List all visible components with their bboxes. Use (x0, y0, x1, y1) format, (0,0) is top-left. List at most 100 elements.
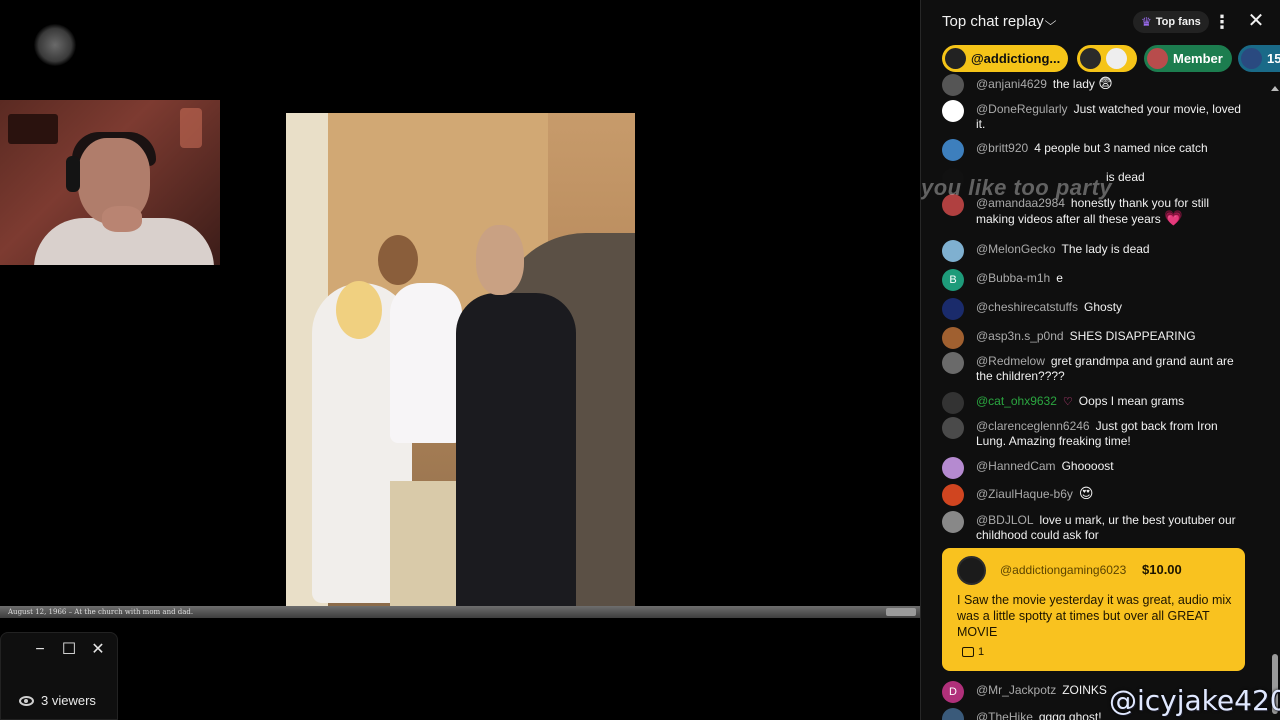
avatar[interactable] (942, 240, 964, 262)
avatar[interactable] (942, 100, 964, 122)
reply-icon (962, 647, 974, 657)
close-chat-icon[interactable]: ✕ (1245, 10, 1267, 32)
chat-message[interactable]: @cat_ohx9632 ♡ Oops I mean grams (942, 392, 1247, 414)
chat-message[interactable]: @britt920 4 people but 3 named nice catch (942, 139, 1247, 161)
author-name[interactable]: @HannedCam (976, 459, 1056, 473)
avatar[interactable]: D (942, 681, 964, 703)
avatar[interactable] (942, 417, 964, 439)
top-fans-button[interactable]: ♛ Top fans (1133, 11, 1209, 33)
top-fans-label: Top fans (1155, 16, 1201, 28)
author-name[interactable]: @cheshirecatstuffs (976, 300, 1078, 314)
avatar[interactable] (942, 392, 964, 414)
chip-label: Member (1173, 51, 1223, 66)
superchat-avatar[interactable] (957, 556, 986, 585)
author-name[interactable]: @Bubba-m1h (976, 271, 1050, 285)
webcam-overlay (0, 100, 220, 265)
minimize-icon[interactable]: − (29, 639, 51, 661)
message-text: Ghosty (1084, 300, 1123, 314)
avatar[interactable] (942, 139, 964, 161)
chevron-down-icon[interactable]: ⌵ (1045, 14, 1057, 29)
chat-message[interactable]: @BDJLOL love u mark, ur the best youtuber… (942, 511, 1247, 543)
author-name[interactable]: @Mr_Jackpotz (976, 683, 1056, 697)
avatar[interactable]: B (942, 269, 964, 291)
super-chat-card[interactable]: @addictiongaming6023 $10.00 I Saw the mo… (942, 548, 1245, 671)
author-name[interactable]: @MelonGecko (976, 242, 1056, 256)
author-name[interactable]: @clarenceglenn6246 (976, 419, 1090, 433)
chat-message[interactable]: @HannedCam Ghoooost (942, 457, 1247, 479)
author-name[interactable]: @ZiaulHaque-b6y (976, 487, 1073, 501)
author-name[interactable]: @asp3n.s_p0nd (976, 329, 1064, 343)
heart-icon: 💗 (1164, 210, 1183, 227)
chip-avatar (1147, 48, 1168, 69)
chat-message[interactable]: @MelonGecko The lady is dead (942, 240, 1247, 262)
chat-message[interactable]: @DoneRegularly Just watched your movie, l… (942, 100, 1247, 132)
chip-label: @addictiong... (971, 51, 1061, 66)
chat-mode-title[interactable]: Top chat replay (942, 13, 1044, 30)
author-name[interactable]: @Redmelow (976, 354, 1045, 368)
message-text: ZOINKS (1062, 683, 1107, 697)
message-text: SHES DISAPPEARING (1069, 329, 1196, 343)
author-name[interactable]: @TheHike (976, 710, 1033, 720)
message-text: e (1056, 271, 1063, 285)
close-icon[interactable]: ✕ (87, 639, 109, 661)
chat-message[interactable]: @Redmelow gret grandmpa and grand aunt ar… (942, 352, 1247, 384)
live-chat-panel: Top chat replay ⌵ ♛ Top fans ⋮ ✕ @addict… (920, 0, 1280, 720)
avatar[interactable] (942, 298, 964, 320)
overlay-caption: you like too party (921, 175, 1113, 200)
message-text: Ghoooost (1061, 459, 1114, 473)
scroll-up-icon[interactable] (1271, 86, 1279, 91)
member-heart-icon: ♡ (1062, 396, 1073, 408)
avatar[interactable] (942, 484, 964, 506)
chat-header: Top chat replay ⌵ ♛ Top fans ⋮ ✕ (921, 0, 1280, 44)
chip-avatar (1241, 48, 1262, 69)
message-text: The lady is dead (1061, 242, 1150, 256)
chip-avatar (945, 48, 966, 69)
author-name[interactable]: @BDJLOL (976, 513, 1034, 527)
avatar[interactable] (942, 74, 964, 96)
eye-icon (19, 695, 34, 706)
mini-player: − ☐ ✕ 3 viewers (0, 632, 118, 720)
photo-caption-bar: August 12, 1966 – At the church with mom… (0, 606, 920, 618)
chat-message[interactable]: B @Bubba-m1h e (942, 269, 1247, 291)
message-text: the lady (1052, 77, 1095, 91)
avatar[interactable] (942, 511, 964, 533)
author-name[interactable]: @anjani4629 (976, 77, 1047, 91)
watermark: @icyjake420 (1109, 684, 1280, 717)
author-name[interactable]: @cat_ohx9632 (976, 394, 1057, 408)
message-text: gggg ghost! (1038, 710, 1102, 720)
viewer-count-label: 3 viewers (41, 693, 96, 708)
chip-avatar (1106, 48, 1127, 69)
avatar[interactable] (942, 327, 964, 349)
chip-avatars[interactable] (1077, 45, 1137, 72)
video-player[interactable]: August 12, 1966 – At the church with mom… (0, 0, 920, 720)
chat-message[interactable]: @anjani4629 the lady 😨 (942, 74, 1247, 96)
chat-message[interactable]: @clarenceglenn6246 Just got back from Iro… (942, 417, 1247, 449)
chip-avatar (1080, 48, 1101, 69)
message-text: Oops I mean grams (1078, 394, 1185, 408)
reply-button[interactable]: 1 (962, 646, 984, 658)
chat-message[interactable]: @asp3n.s_p0nd SHES DISAPPEARING (942, 327, 1247, 349)
chat-message[interactable]: @cheshirecatstuffs Ghosty (942, 298, 1247, 320)
chip-member[interactable]: Member (1144, 45, 1232, 72)
caption-controls[interactable] (886, 608, 916, 616)
scared-emoji: 😨 (1098, 75, 1113, 91)
chip-count[interactable]: 15 (1238, 45, 1280, 72)
maximize-icon[interactable]: ☐ (58, 639, 80, 661)
viewer-count: 3 viewers (19, 693, 96, 708)
message-text: 4 people but 3 named nice catch (1034, 141, 1208, 155)
stream-replay-screen: August 12, 1966 – At the church with mom… (0, 0, 1280, 720)
author-name[interactable]: @britt920 (976, 141, 1028, 155)
blurred-overlay (34, 24, 76, 66)
heart-eyes-emoji: 😍 (1078, 485, 1094, 501)
avatar[interactable] (942, 457, 964, 479)
avatar[interactable] (942, 352, 964, 374)
chat-message[interactable]: @ZiaulHaque-b6y 😍 (942, 484, 1247, 506)
chip-addictiongaming[interactable]: @addictiong... (942, 45, 1068, 72)
superchat-author[interactable]: @addictiongaming6023 (1000, 563, 1126, 577)
more-options-icon[interactable]: ⋮ (1213, 11, 1231, 33)
author-name[interactable]: @DoneRegularly (976, 102, 1068, 116)
avatar[interactable] (942, 708, 964, 720)
chat-scrollbar[interactable] (1269, 82, 1280, 720)
superchat-text: I Saw the movie yesterday it was great, … (957, 593, 1232, 639)
family-photo (286, 113, 635, 607)
